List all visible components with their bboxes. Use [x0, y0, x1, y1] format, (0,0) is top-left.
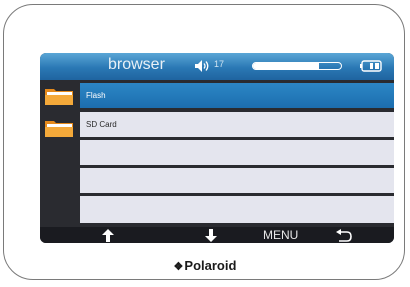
list-item-label: Flash [86, 91, 106, 100]
brand-logo: ❖Polaroid [0, 258, 410, 273]
bottom-bar: MENU [40, 227, 394, 243]
volume-level: 17 [214, 59, 225, 69]
brand-mark: ❖ [173, 261, 184, 273]
progress-bar[interactable] [252, 62, 342, 70]
list-item[interactable]: Flash [80, 83, 394, 108]
folder-icon[interactable] [44, 86, 74, 106]
menu-button[interactable]: MENU [263, 228, 298, 242]
progress-fill [253, 63, 319, 69]
top-bar: browser 17 [40, 53, 394, 80]
battery-icon [360, 60, 382, 72]
device-frame: browser 17 Flash SD Card MENU [3, 4, 405, 280]
folder-icon[interactable] [44, 118, 74, 138]
list-item[interactable]: SD Card [80, 112, 394, 137]
page-title: browser [108, 56, 165, 73]
list-item[interactable] [80, 196, 394, 223]
list-item[interactable] [80, 140, 394, 165]
arrow-down-icon[interactable] [205, 229, 217, 242]
volume-icon[interactable] [194, 59, 210, 73]
list-item[interactable] [80, 168, 394, 193]
list-item-label: SD Card [86, 120, 117, 129]
file-list: Flash SD Card [80, 80, 394, 227]
screen: browser 17 Flash SD Card MENU [40, 53, 394, 243]
icon-column [40, 80, 80, 227]
return-icon[interactable] [336, 229, 352, 242]
arrow-up-icon[interactable] [102, 229, 114, 242]
brand-name: Polaroid [184, 258, 237, 273]
